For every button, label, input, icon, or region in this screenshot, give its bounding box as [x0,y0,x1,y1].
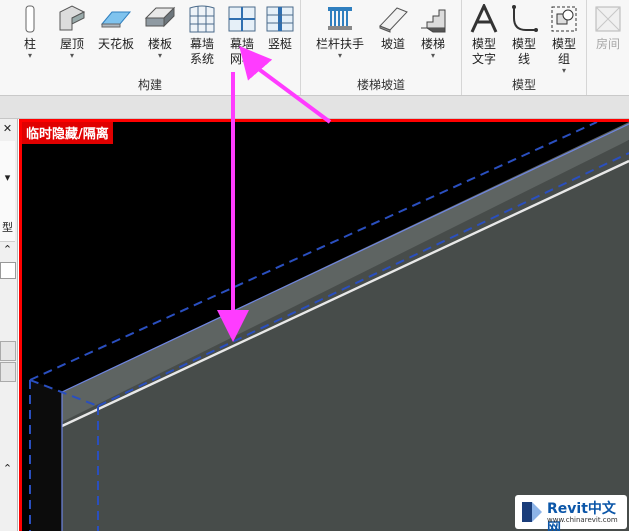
model-text-icon [470,4,498,33]
railing-tool-button[interactable]: 栏杆扶手 ▾ [313,4,367,60]
curtain-system-tool-button[interactable]: 幕墙 系统 [182,4,222,67]
view-canvas[interactable]: 临时隐藏/隔离 Revit中文网 www.chinarevit.com [19,119,629,531]
curtain-system-icon [189,5,215,33]
watermark-brand: Revit中文网 [547,501,616,531]
model-text-tool-label: 模型 文字 [471,37,496,66]
wall-end [30,380,62,531]
model-group-tool-button[interactable]: 模型 组 ▾ [544,4,584,75]
column-tool-label: 柱 [23,37,36,51]
ribbon-group-build: 柱 ▾ 屋顶 ▾ 天花板 楼板 ▾ 幕墙 系统 幕墙 网格 竖梃 构建 [0,0,301,95]
room-icon [595,6,621,32]
chevron-down-icon: ▾ [561,66,566,75]
ramp-icon [379,7,408,33]
ramp-tool-label: 坡道 [380,37,405,51]
ceiling-tool-button[interactable]: 天花板 [94,4,138,52]
floor-icon [144,6,176,28]
mullion-icon [266,6,294,32]
floor-tool-button[interactable]: 楼板 ▾ [140,4,180,60]
temporary-hide-isolate-banner: 临时隐藏/隔离 [22,122,113,144]
property-button[interactable] [0,362,16,382]
stairs-group-label: 楼梯坡道 [356,78,405,92]
stair-tool-button[interactable]: 楼梯 ▾ [413,4,453,60]
curtain-grid-tool-label: 幕墙 网格 [229,37,254,66]
wall-3d-model[interactable] [22,122,629,531]
railing-icon [328,7,352,30]
chevron-down-icon: ▾ [337,51,342,60]
chevron-down-icon: ▾ [157,51,162,60]
model-line-tool-button[interactable]: 模型 线 [504,4,544,67]
chevron-down-icon: ▾ [27,51,32,60]
railing-tool-label: 栏杆扶手 [315,37,364,51]
close-icon[interactable]: ✕ [0,122,15,135]
stair-tool-label: 楼梯 [420,37,445,51]
room-tool-button[interactable]: 房间 [588,4,628,52]
curtain-grid-tool-button[interactable]: 幕墙 网格 [222,4,262,67]
chevron-down-icon: ▾ [69,51,74,60]
model-group-tool-label: 模型 组 [551,37,576,66]
floor-tool-label: 楼板 [147,37,172,51]
revit-watermark: Revit中文网 www.chinarevit.com [515,495,627,531]
model-group-label: 模型 [511,78,536,92]
column-icon [25,5,35,33]
model-line-tool-label: 模型 线 [511,37,536,66]
collapse-icon[interactable]: ⌃ [0,462,15,475]
collapse-icon[interactable]: ⌃ [0,243,15,256]
column-tool-button[interactable]: 柱 ▾ [10,4,50,60]
view-toolbar-strip [0,96,629,119]
ramp-tool-button[interactable]: 坡道 [373,4,413,52]
mullion-tool-button[interactable]: 竖梃 [260,4,300,52]
model-line-icon [512,5,538,32]
curtain-system-tool-label: 幕墙 系统 [189,37,214,66]
ribbon-group-model: 模型 文字 模型 线 模型 组 ▾ 模型 [462,0,587,95]
chevron-down-icon[interactable]: ▾ [0,171,15,184]
property-button[interactable] [0,341,16,361]
room-tool-label: 房间 [595,37,620,51]
property-field[interactable] [0,262,16,279]
build-group-label: 构建 [137,78,162,92]
ribbon: 柱 ▾ 屋顶 ▾ 天花板 楼板 ▾ 幕墙 系统 幕墙 网格 竖梃 构建 栏杆扶手… [0,0,629,96]
ribbon-group-stairs: 栏杆扶手 ▾ 坡道 楼梯 ▾ 楼梯坡道 [301,0,462,95]
curtain-grid-icon [228,6,256,32]
revit-logo-icon [522,502,542,522]
mullion-tool-label: 竖梃 [267,37,292,51]
watermark-url: www.chinarevit.com [547,516,618,524]
ceiling-tool-label: 天花板 [97,37,134,51]
stair-icon [421,9,446,33]
type-label: 型 [2,221,13,234]
roof-icon [59,5,86,31]
wall-face[interactable] [62,140,629,531]
properties-panel: ✕ ▾ 型 ⌃ ⌃ [0,119,18,531]
model-group-icon [551,6,577,32]
roof-tool-button[interactable]: 屋顶 ▾ [52,4,92,60]
roof-tool-label: 屋顶 [59,37,84,51]
model-text-tool-button[interactable]: 模型 文字 [464,4,504,67]
chevron-down-icon: ▾ [430,51,435,60]
ceiling-icon [100,11,132,28]
